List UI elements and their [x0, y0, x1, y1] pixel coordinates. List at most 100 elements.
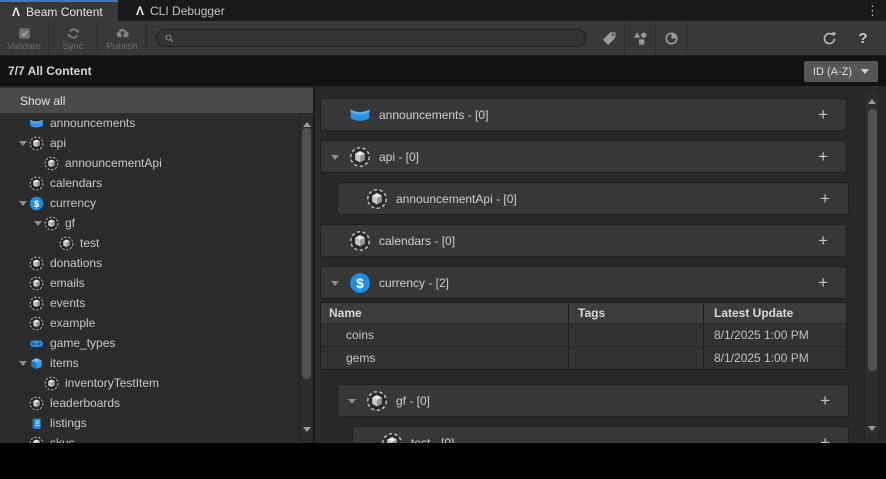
window-footer	[0, 443, 886, 479]
content-object-icon	[44, 216, 59, 231]
card-label: calendars - [0]	[379, 234, 818, 248]
currency-icon	[349, 272, 371, 294]
scroll-down-icon[interactable]	[303, 427, 311, 436]
scrollbar-thumb[interactable]	[868, 109, 877, 371]
collapse-arrow-icon[interactable]	[329, 141, 341, 172]
refresh-icon	[821, 30, 838, 47]
search-input[interactable]	[179, 31, 578, 45]
publish-label: Publish	[106, 42, 137, 52]
help-button[interactable]: ?	[846, 21, 880, 55]
tree-item-label: donations	[50, 256, 102, 270]
currency-content-table: Name Tags Latest Update coins 8/1/2025 1…	[320, 302, 847, 370]
content-object-icon	[29, 176, 44, 191]
type-filter-button[interactable]	[625, 21, 655, 55]
expand-slot	[46, 233, 59, 253]
scroll-up-icon[interactable]	[868, 95, 876, 104]
add-content-button[interactable]: +	[818, 106, 828, 123]
sync-button[interactable]: Sync	[49, 21, 98, 55]
scroll-down-icon[interactable]	[868, 426, 876, 435]
content-object-icon	[366, 390, 388, 412]
tree-item-items[interactable]: items	[0, 353, 299, 373]
collapse-arrow-icon[interactable]	[346, 385, 358, 416]
card-announcements[interactable]: announcements - [0] +	[320, 98, 847, 131]
tree-item-label: api	[50, 136, 66, 150]
tree-item-label: game_types	[50, 336, 115, 350]
add-content-button[interactable]: +	[818, 148, 828, 165]
column-header-latest-update[interactable]: Latest Update	[704, 306, 846, 320]
card-test[interactable]: test - [0] +	[352, 426, 849, 443]
cell-tags	[569, 324, 704, 346]
collapse-arrow-icon[interactable]	[31, 213, 44, 233]
expand-slot	[329, 99, 341, 130]
tree-item-label: items	[50, 356, 79, 370]
expand-slot	[16, 313, 29, 333]
tree-item-gf[interactable]: gf	[0, 213, 299, 233]
content-object-icon	[366, 188, 388, 210]
validate-button[interactable]: Validate	[0, 21, 49, 55]
table-row[interactable]: coins 8/1/2025 1:00 PM	[321, 323, 846, 346]
tree-item-emails[interactable]: emails	[0, 273, 299, 293]
status-filter-button[interactable]	[656, 21, 686, 55]
column-header-tags[interactable]: Tags	[569, 303, 704, 323]
tree-item-test[interactable]: test	[0, 233, 299, 253]
tree-item-game-types[interactable]: game_types	[0, 333, 299, 353]
collapse-arrow-icon[interactable]	[16, 353, 29, 373]
tab-bar: Λ Beam Content Λ CLI Debugger ⋮	[0, 0, 886, 21]
tree-item-example[interactable]: example	[0, 313, 299, 333]
scrollbar-thumb[interactable]	[302, 128, 311, 379]
card-calendars[interactable]: calendars - [0] +	[320, 224, 847, 257]
tree-item-listings[interactable]: listings	[0, 413, 299, 433]
card-label: test - [0]	[411, 436, 820, 444]
window-menu-icon[interactable]: ⋮	[866, 0, 879, 21]
tree-item-calendars[interactable]: calendars	[0, 173, 299, 193]
cards-scrollbar[interactable]	[864, 90, 879, 440]
publish-button[interactable]: Publish	[98, 21, 147, 55]
card-announcementapi[interactable]: announcementApi - [0] +	[337, 182, 849, 215]
game-type-icon	[29, 336, 44, 351]
collapse-arrow-icon[interactable]	[16, 133, 29, 153]
shapes-icon	[632, 30, 649, 47]
add-content-button[interactable]: +	[820, 190, 830, 207]
collapse-arrow-icon[interactable]	[16, 193, 29, 213]
tree-item-donations[interactable]: donations	[0, 253, 299, 273]
refresh-button[interactable]	[812, 21, 846, 55]
show-all-row[interactable]: Show all	[0, 88, 313, 113]
listing-icon	[29, 416, 44, 431]
table-row[interactable]: gems 8/1/2025 1:00 PM	[321, 346, 846, 369]
tab-beam-content[interactable]: Λ Beam Content	[0, 0, 118, 21]
content-tree: announcements api announcementApi calend…	[0, 113, 299, 443]
card-api[interactable]: api - [0] +	[320, 140, 847, 173]
scroll-up-icon[interactable]	[303, 118, 311, 127]
tree-item-leaderboards[interactable]: leaderboards	[0, 393, 299, 413]
tag-filter-button[interactable]	[594, 21, 624, 55]
expand-slot	[16, 113, 29, 133]
card-currency[interactable]: currency - [2] +	[320, 266, 847, 299]
search-box[interactable]	[156, 29, 586, 47]
currency-icon	[29, 196, 44, 211]
chevron-down-icon	[861, 69, 869, 78]
content-object-icon	[349, 146, 371, 168]
status-circle-icon	[663, 30, 680, 47]
expand-slot	[16, 253, 29, 273]
sort-dropdown[interactable]: ID (A-Z)	[804, 61, 878, 82]
add-content-button[interactable]: +	[820, 434, 830, 443]
tree-item-announcements[interactable]: announcements	[0, 113, 299, 133]
tree-scrollbar[interactable]	[299, 113, 313, 441]
add-content-button[interactable]: +	[820, 392, 830, 409]
tab-label: CLI Debugger	[150, 4, 225, 18]
tab-cli-debugger[interactable]: Λ CLI Debugger	[124, 0, 237, 21]
tree-item-inventorytestitem[interactable]: inventoryTestItem	[0, 373, 299, 393]
tree-item-skus[interactable]: skus	[0, 433, 299, 443]
add-content-button[interactable]: +	[818, 232, 828, 249]
expand-slot	[16, 293, 29, 313]
add-content-button[interactable]: +	[818, 274, 828, 291]
content-object-icon	[29, 316, 44, 331]
tree-item-currency[interactable]: currency	[0, 193, 299, 213]
tree-item-events[interactable]: events	[0, 293, 299, 313]
card-gf[interactable]: gf - [0] +	[337, 384, 849, 417]
tree-item-announcementapi[interactable]: announcementApi	[0, 153, 299, 173]
column-header-name[interactable]: Name	[321, 303, 569, 323]
tree-item-api[interactable]: api	[0, 133, 299, 153]
collapse-arrow-icon[interactable]	[329, 267, 341, 298]
content-tree-panel: Show all announcements api announcementA…	[0, 86, 313, 443]
